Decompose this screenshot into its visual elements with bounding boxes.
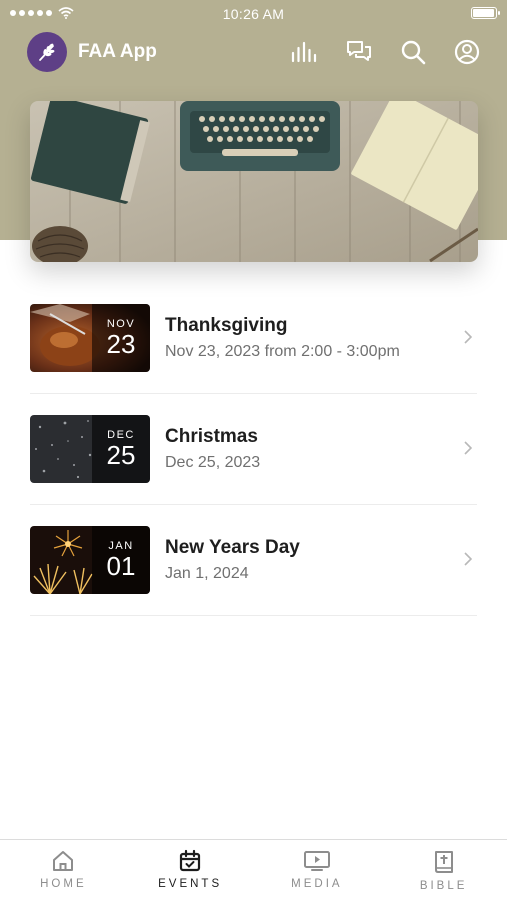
- battery-icon: [471, 7, 500, 19]
- chat-icon[interactable]: [345, 39, 372, 66]
- app-title: FAA App: [78, 41, 157, 62]
- bottom-tab-bar: HOME EVENTS MEDIA BIBLE: [0, 839, 507, 900]
- event-title: New Years Day: [165, 537, 300, 558]
- bars-chart-icon[interactable]: [291, 39, 318, 66]
- event-row-thanksgiving[interactable]: NOV 23 Thanksgiving Nov 23, 2023 from 2:…: [30, 283, 477, 394]
- home-icon: [53, 851, 74, 871]
- chevron-right-icon: [464, 330, 472, 344]
- event-thumbnail: NOV 23: [30, 304, 150, 372]
- event-day: 25: [106, 440, 136, 470]
- chevron-right-icon: [464, 552, 472, 566]
- event-thumbnail: JAN 01: [30, 526, 150, 594]
- event-datetime: Dec 25, 2023: [165, 454, 261, 471]
- events-list: NOV 23 Thanksgiving Nov 23, 2023 from 2:…: [30, 283, 477, 616]
- event-date-badge: NOV 23: [92, 304, 150, 372]
- status-time: 10:26 AM: [222, 6, 285, 22]
- tab-label: MEDIA: [291, 878, 343, 890]
- event-date-badge: DEC 25: [92, 415, 150, 483]
- event-date-badge: JAN 01: [92, 526, 150, 594]
- app-header: FAA App: [27, 32, 480, 72]
- wheat-icon[interactable]: [27, 32, 67, 72]
- event-title: Thanksgiving: [165, 315, 288, 336]
- profile-icon[interactable]: [453, 39, 480, 66]
- calendar-icon: [180, 849, 201, 872]
- banner-image: [30, 101, 478, 262]
- battery-level: [473, 9, 494, 17]
- tab-events[interactable]: EVENTS: [127, 840, 254, 900]
- chevron-right-icon: [464, 441, 472, 455]
- tv-play-icon: [303, 851, 330, 871]
- tab-label: BIBLE: [419, 880, 468, 892]
- event-datetime: Nov 23, 2023 from 2:00 - 3:00pm: [165, 343, 400, 360]
- event-row-christmas[interactable]: DEC 25 Christmas Dec 25, 2023: [30, 394, 477, 505]
- featured-banner[interactable]: [30, 101, 478, 262]
- event-day: 01: [106, 551, 136, 581]
- tab-bible[interactable]: BIBLE: [380, 840, 507, 900]
- bible-icon: [434, 851, 453, 873]
- tab-home[interactable]: HOME: [0, 840, 127, 900]
- tab-label: HOME: [40, 878, 87, 890]
- event-thumbnail: DEC 25: [30, 415, 150, 483]
- event-datetime: Jan 1, 2024: [165, 565, 249, 582]
- event-row-new-years-day[interactable]: JAN 01 New Years Day Jan 1, 2024: [30, 505, 477, 616]
- event-day: 23: [106, 329, 136, 359]
- search-icon[interactable]: [399, 39, 426, 66]
- tab-media[interactable]: MEDIA: [254, 840, 381, 900]
- status-bar: 10:26 AM: [0, 0, 507, 28]
- event-title: Christmas: [165, 426, 258, 447]
- tab-label: EVENTS: [158, 878, 223, 890]
- header-actions: [291, 39, 480, 66]
